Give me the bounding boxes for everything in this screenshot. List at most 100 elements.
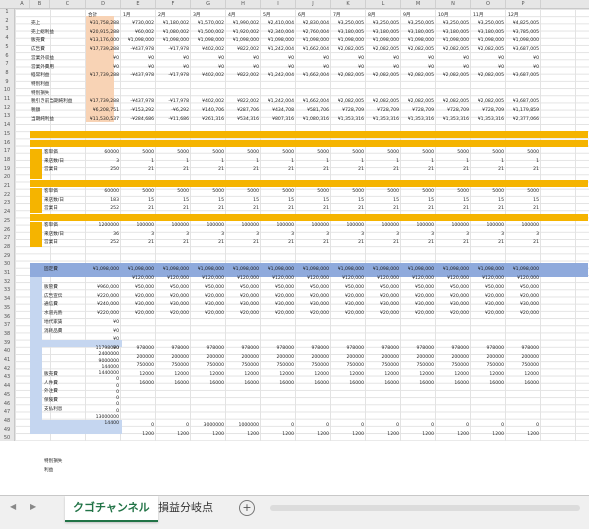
value-cell[interactable]: ¥20,000 — [366, 310, 399, 317]
value-cell[interactable]: 5000 — [156, 188, 189, 195]
value-cell[interactable]: 0 — [506, 422, 539, 429]
value-cell[interactable]: 1 — [226, 158, 259, 165]
value-cell[interactable]: 21 — [261, 239, 294, 246]
value-cell[interactable]: 21 — [331, 205, 364, 212]
value-cell[interactable]: 1 — [121, 158, 154, 165]
value-cell[interactable]: ¥1,098,000 — [436, 37, 469, 44]
row-header[interactable]: 4 — [0, 35, 14, 42]
value-cell[interactable]: 21 — [471, 166, 504, 173]
value-cell[interactable]: ¥0 — [366, 64, 399, 71]
value-cell[interactable]: 1 — [436, 158, 469, 165]
value-cell[interactable]: 100000 — [471, 222, 504, 229]
column-header[interactable]: N — [436, 0, 471, 8]
column-header[interactable]: A — [15, 0, 30, 8]
month-header[interactable]: 10月 — [438, 12, 468, 19]
value-cell[interactable]: ¥4,825,005 — [506, 20, 539, 27]
value-cell[interactable]: -¥153,292 — [121, 107, 154, 114]
value-cell[interactable]: 200000 — [506, 354, 539, 361]
value-cell[interactable]: 16000 — [366, 380, 399, 387]
value-cell[interactable]: ¥50,000 — [436, 284, 469, 291]
value-cell[interactable]: ¥120,000 — [506, 275, 539, 282]
value-cell[interactable]: 750000 — [471, 362, 504, 369]
value-cell[interactable]: 5000 — [471, 149, 504, 156]
value-cell[interactable]: ¥728,709 — [471, 107, 504, 114]
row-label[interactable]: 通信費 — [44, 301, 84, 308]
column-header[interactable]: M — [401, 0, 436, 8]
value-cell[interactable]: ¥31,758,288 — [86, 20, 119, 27]
value-cell[interactable]: ¥30,000 — [401, 301, 434, 308]
value-cell[interactable]: 5000 — [506, 149, 539, 156]
value-cell[interactable]: ¥730,002 — [121, 20, 154, 27]
value-cell[interactable]: ¥50,000 — [366, 284, 399, 291]
value-cell[interactable]: 3 — [156, 231, 189, 238]
value-cell[interactable]: ¥2,082,005 — [401, 46, 434, 53]
value-cell[interactable]: ¥120,000 — [296, 275, 329, 282]
month-header[interactable]: 2月 — [158, 12, 188, 19]
row-label[interactable]: 販管費 — [44, 284, 84, 291]
value-cell[interactable]: ¥20,000 — [226, 293, 259, 300]
value-cell[interactable]: ¥30,000 — [191, 301, 224, 308]
value-cell[interactable]: 12000 — [296, 371, 329, 378]
column-header[interactable]: C — [50, 0, 86, 8]
value-cell[interactable]: ¥534,316 — [226, 116, 259, 123]
value-cell[interactable]: ¥50,000 — [401, 284, 434, 291]
value-cell[interactable]: 21 — [506, 166, 539, 173]
value-cell[interactable]: ¥3,180,005 — [436, 29, 469, 36]
value-cell[interactable]: 15 — [121, 197, 154, 204]
value-cell[interactable]: ¥1,098,000 — [261, 37, 294, 44]
value-cell[interactable]: ¥2,082,005 — [401, 72, 434, 79]
value-cell[interactable]: -¥17,978 — [156, 72, 189, 79]
row-header[interactable]: 24 — [0, 209, 14, 216]
value-cell[interactable]: ¥120,000 — [401, 275, 434, 282]
value-cell[interactable]: 16000 — [331, 380, 364, 387]
tab-kugo-channel[interactable]: クゴチャンネル — [65, 496, 158, 522]
value-cell[interactable]: 15 — [506, 197, 539, 204]
value-cell[interactable]: 15 — [296, 197, 329, 204]
value-cell[interactable]: ¥20,000 — [401, 293, 434, 300]
value-cell[interactable]: 3 — [191, 231, 224, 238]
value-cell[interactable]: 200000 — [226, 354, 259, 361]
value-cell[interactable]: 1200 — [506, 431, 539, 438]
value-cell[interactable]: ¥1,098,000 — [226, 266, 259, 273]
tab-prev-icon[interactable]: ◀ — [10, 502, 16, 511]
month-header[interactable]: 3月 — [193, 12, 223, 19]
value-cell[interactable]: 0 — [296, 422, 329, 429]
value-cell[interactable]: ¥1,098,000 — [226, 37, 259, 44]
row-header[interactable]: 35 — [0, 305, 14, 312]
value-cell[interactable]: 1200 — [191, 431, 224, 438]
value-cell[interactable]: 1200 — [156, 431, 189, 438]
value-cell[interactable]: 0 — [366, 422, 399, 429]
value-cell[interactable]: 21 — [191, 205, 224, 212]
value-cell[interactable]: 978000 — [226, 345, 259, 352]
value-cell[interactable]: 252 — [86, 239, 119, 246]
value-cell[interactable]: ¥120,000 — [331, 275, 364, 282]
value-cell[interactable]: -¥11,686 — [156, 116, 189, 123]
value-cell[interactable]: 100000 — [401, 222, 434, 229]
value-cell[interactable]: 5000 — [401, 188, 434, 195]
column-header[interactable]: I — [261, 0, 296, 8]
value-cell[interactable]: 3 — [401, 231, 434, 238]
value-cell[interactable]: 15 — [366, 197, 399, 204]
value-cell[interactable]: ¥3,687,005 — [506, 46, 539, 53]
value-cell[interactable]: ¥1,098,000 — [261, 266, 294, 273]
value-cell[interactable]: 5000 — [366, 149, 399, 156]
row-header[interactable]: 28 — [0, 244, 14, 251]
fixed-cost-total[interactable]: ¥1,098,000 — [86, 266, 119, 273]
value-cell[interactable]: ¥3,180,005 — [401, 29, 434, 36]
value-cell[interactable]: ¥3,687,005 — [506, 72, 539, 79]
value-cell[interactable]: 21 — [471, 205, 504, 212]
value-cell[interactable]: ¥17,739,288 — [86, 72, 119, 79]
row-header[interactable]: 41 — [0, 357, 14, 364]
value-cell[interactable]: ¥3,250,005 — [471, 20, 504, 27]
value-cell[interactable]: ¥6,208,751 — [86, 107, 119, 114]
row-header[interactable]: 39 — [0, 340, 14, 347]
value-cell[interactable]: 5000 — [436, 188, 469, 195]
value-cell[interactable]: 21 — [436, 205, 469, 212]
value-cell[interactable]: ¥1,662,004 — [296, 72, 329, 79]
value-cell[interactable]: 750000 — [401, 362, 434, 369]
column-header[interactable]: O — [471, 0, 506, 8]
value-cell[interactable]: -¥17,978 — [156, 98, 189, 105]
row-header[interactable]: 18 — [0, 157, 14, 164]
value-cell[interactable]: ¥20,000 — [261, 293, 294, 300]
row-header[interactable]: 22 — [0, 192, 14, 199]
